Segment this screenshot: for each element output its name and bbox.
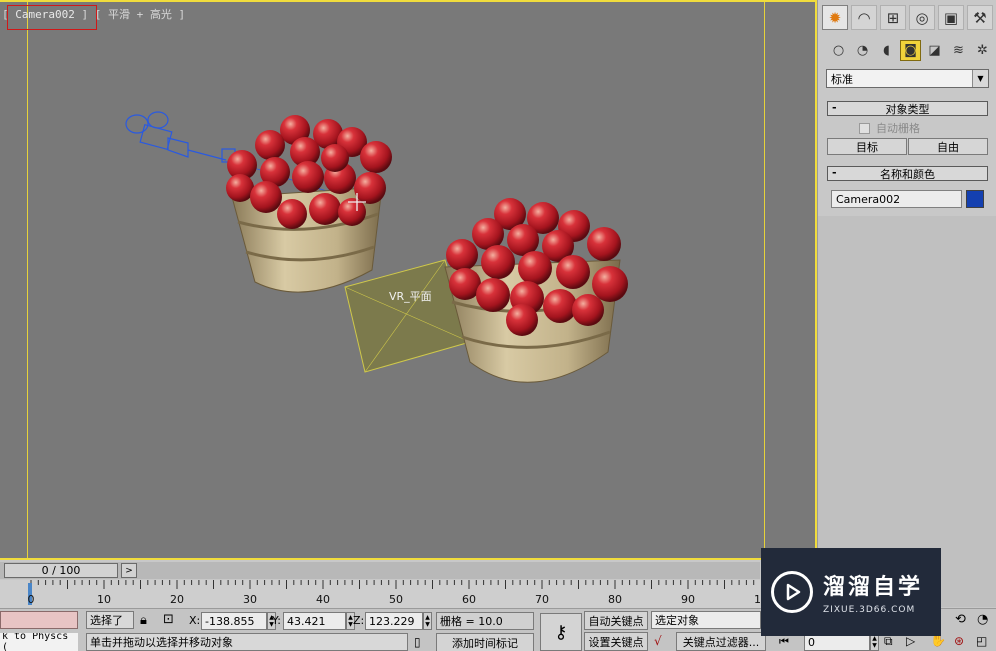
y-label: Y: <box>272 614 281 627</box>
ruler-label: 90 <box>681 593 695 606</box>
absolute-mode-icon[interactable]: ⊡ <box>163 612 174 627</box>
motion-icon[interactable]: ◎ <box>909 5 935 30</box>
ruler-label: 50 <box>389 593 403 606</box>
plane-label: VR_平面 <box>389 290 432 303</box>
key-tangent-icon[interactable]: √ <box>654 634 662 648</box>
systems-icon[interactable]: ✲ <box>972 40 993 61</box>
maximize-viewport-icon[interactable]: ◰ <box>976 634 987 648</box>
grid-size: 栅格 = 10.0 <box>436 612 534 630</box>
spacewarps-icon[interactable]: ≋ <box>948 40 969 61</box>
rollout-title: 名称和颜色 <box>880 167 935 181</box>
rollout-name-color[interactable]: - 名称和颜色 <box>827 166 988 181</box>
category-dropdown[interactable]: 标准 ▼ <box>826 69 989 88</box>
y-coordinate-input[interactable]: 43.421 <box>283 612 346 630</box>
watermark-title: 溜溜自学 <box>823 575 924 600</box>
ruler-label: 30 <box>243 593 257 606</box>
free-camera-button[interactable]: 自由 <box>908 138 988 155</box>
ruler-label: 70 <box>535 593 549 606</box>
time-tag-icon: ▯ <box>414 635 421 649</box>
lock-icon[interactable]: 🔒︎ <box>140 613 147 628</box>
time-config-icon[interactable]: ⧉ <box>884 634 893 649</box>
ruler-label: 0 <box>27 593 35 606</box>
geometry-icon[interactable]: ○ <box>828 40 849 61</box>
viewport-shading-mode[interactable]: ] [ 平滑 + 高光 ] <box>81 8 185 21</box>
create-icon[interactable]: ✹ <box>822 5 848 30</box>
ruler-ticks <box>30 580 755 589</box>
cameras-icon[interactable]: ◙ <box>900 40 921 61</box>
prompt-line: 单击并拖动以选择并移动对象 <box>86 633 408 651</box>
field-of-view-icon[interactable]: ◔ <box>977 612 988 627</box>
collapse-icon: - <box>832 166 837 179</box>
rollout-object-type[interactable]: - 对象类型 <box>827 101 988 116</box>
x-coordinate-input[interactable]: -138.855 <box>201 612 267 630</box>
shapes-icon[interactable]: ◔ <box>852 40 873 61</box>
object-color-swatch[interactable] <box>966 190 984 208</box>
zoom-extents-icon[interactable]: ⟲ <box>955 612 966 627</box>
camera-viewport[interactable]: [ Camera002 ] [ 平滑 + 高光 ] VR_平面 <box>0 0 817 560</box>
play-icon[interactable]: ▷ <box>906 634 915 648</box>
key-filters-button[interactable]: 关键点过滤器... <box>676 632 766 651</box>
apple-basket-2 <box>444 198 628 383</box>
utilities-icon[interactable]: ⚒ <box>967 5 993 30</box>
viewport-label-highlight <box>7 5 97 30</box>
ruler-label: 20 <box>170 593 184 606</box>
display-icon[interactable]: ▣ <box>938 5 964 30</box>
watermark-url: ZIXUE.3D66.COM <box>823 605 916 615</box>
category-value: 标准 <box>831 72 853 86</box>
set-key-icon[interactable]: ⚷ <box>540 613 582 651</box>
autogrid-label: 自动栅格 <box>876 122 920 135</box>
go-to-start-icon[interactable]: ⏮ <box>779 635 789 649</box>
play-logo-icon <box>771 571 813 613</box>
watermark: 溜溜自学 ZIXUE.3D66.COM <box>761 548 941 636</box>
checkbox-icon <box>859 122 870 134</box>
add-time-tag-button[interactable]: 添加时间标记 <box>436 633 534 651</box>
ruler-label: 60 <box>462 593 476 606</box>
command-panel: ✹ ◠ ⊞ ◎ ▣ ⚒ ○ ◔ ◖ ◙ ◪ ≋ ✲ 标准 ▼ - 对象类型 自动… <box>817 0 996 607</box>
selection-count: 选择了 <box>86 611 134 629</box>
ruler-label: 80 <box>608 593 622 606</box>
maxscript-listener[interactable] <box>0 611 78 629</box>
chevron-down-icon[interactable]: ▼ <box>972 70 988 87</box>
apple-basket-1 <box>226 115 392 293</box>
ruler-label: 10 <box>97 593 111 606</box>
key-mode-dropdown[interactable]: 选定对象 <box>651 611 761 629</box>
scene-render <box>125 111 628 383</box>
object-name-field[interactable]: Camera002 <box>831 190 962 208</box>
autogrid-checkbox[interactable]: 自动栅格 <box>859 120 920 136</box>
time-slider-thumb[interactable]: 0 / 100 <box>4 563 118 578</box>
time-slider[interactable]: 0 / 100 > <box>0 562 760 579</box>
next-frame-button[interactable]: > <box>121 563 137 578</box>
track-bar[interactable]: 010203040506070809010 <box>0 580 768 608</box>
z-label: Z: <box>353 614 365 627</box>
ruler-label: 40 <box>316 593 330 606</box>
lights-icon[interactable]: ◖ <box>876 40 897 61</box>
auto-key-button[interactable]: 自动关键点 <box>584 611 648 630</box>
x-label: X: <box>189 614 201 627</box>
collapse-icon: - <box>832 101 837 114</box>
z-spinner[interactable]: ▲ ▼ <box>423 612 432 630</box>
maxscript-output[interactable]: k to Physcs ( <box>0 633 78 651</box>
orbit-icon[interactable]: ⊛ <box>954 634 964 648</box>
target-camera-button[interactable]: 目标 <box>827 138 907 155</box>
z-coordinate-input[interactable]: 123.229 <box>365 612 423 630</box>
helpers-icon[interactable]: ◪ <box>924 40 945 61</box>
modify-icon[interactable]: ◠ <box>851 5 877 30</box>
rollout-title: 对象类型 <box>885 102 930 116</box>
set-key-button[interactable]: 设置关键点 <box>584 632 648 651</box>
hierarchy-icon[interactable]: ⊞ <box>880 5 906 30</box>
